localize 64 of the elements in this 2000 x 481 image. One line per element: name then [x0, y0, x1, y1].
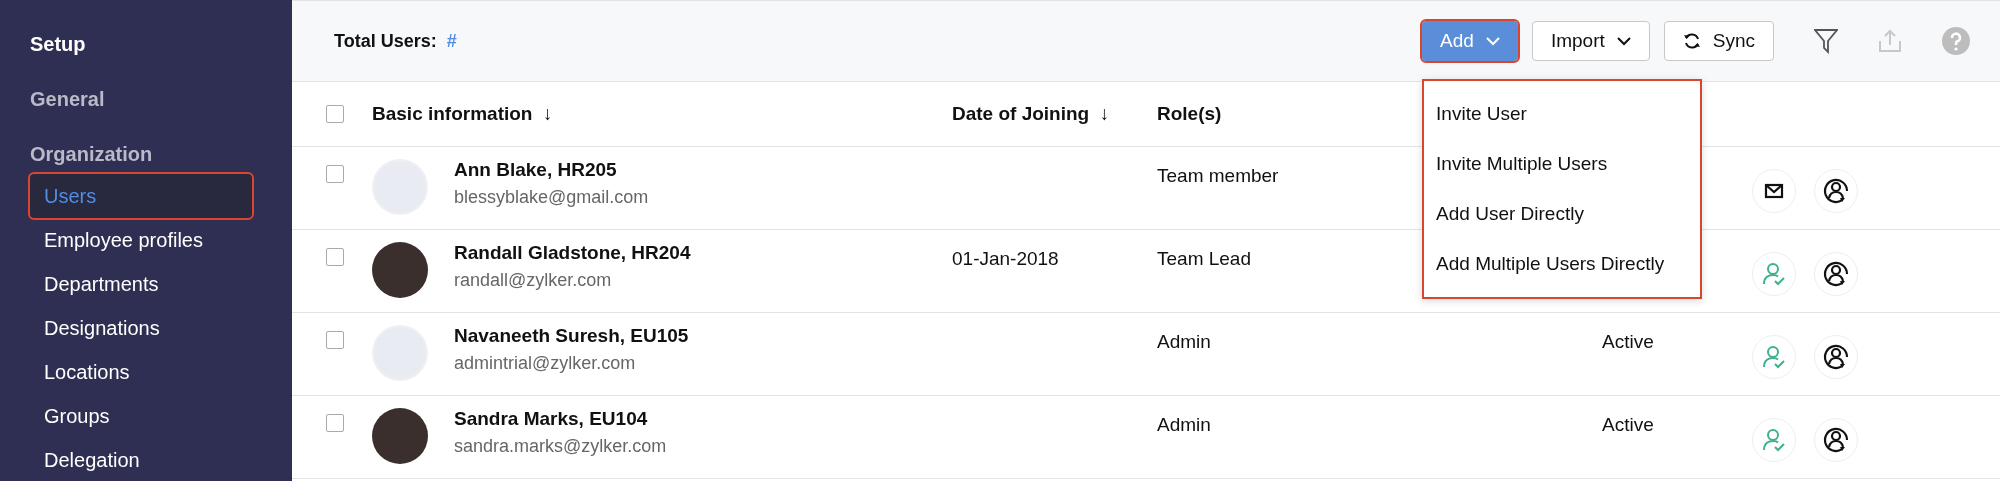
status-text: Active: [1602, 331, 1654, 352]
menu-item[interactable]: Invite User: [1424, 89, 1701, 139]
sidebar-item[interactable]: Designations: [30, 306, 252, 350]
sidebar-title: Setup: [30, 33, 86, 56]
help-icon[interactable]: [1942, 27, 1970, 55]
invite-mail-button[interactable]: [1752, 169, 1796, 213]
sync-icon: [1682, 32, 1701, 50]
column-header[interactable]: Basic information ↓: [372, 103, 952, 125]
user-name: Sandra Marks, EU104: [454, 408, 649, 430]
photo-placeholder: [372, 408, 428, 464]
chevron-icon: [1616, 36, 1631, 46]
user-cycle-icon: [1821, 176, 1851, 206]
sidebar-item[interactable]: Users: [30, 174, 252, 218]
import-button[interactable]: Import: [1531, 21, 1650, 61]
role-text: Admin: [1157, 331, 1211, 352]
sidebar-section[interactable]: Organization: [30, 143, 153, 166]
sidebar-section[interactable]: General: [30, 88, 105, 111]
sidebar-item[interactable]: Groups: [30, 394, 252, 438]
column-header[interactable]: Date of Joining ↓: [952, 103, 1157, 125]
photo-placeholder: [372, 242, 428, 298]
user-activate-button[interactable]: [1752, 418, 1796, 462]
user-check-icon: [1761, 427, 1787, 453]
user-email: admintrial@zylker.com: [454, 353, 637, 374]
select-all-checkbox[interactable]: [326, 105, 344, 123]
sidebar-item[interactable]: Locations: [30, 350, 252, 394]
user-activate-button[interactable]: [1752, 335, 1796, 379]
user-cycle-icon: [1821, 342, 1851, 372]
row-checkbox[interactable]: [326, 331, 344, 349]
row-checkbox[interactable]: [326, 414, 344, 432]
user-cycle-icon: [1821, 425, 1851, 455]
menu-item[interactable]: Add User Directly: [1424, 189, 1701, 239]
role-text: Team member: [1157, 165, 1279, 186]
user-activate-button[interactable]: [1752, 252, 1796, 296]
sidebar-item[interactable]: Departments: [30, 262, 252, 306]
sidebar-item[interactable]: Employee profiles: [30, 218, 252, 262]
joining-date: 01-Jan-2018: [952, 248, 1059, 269]
user-email: randall@zylker.com: [454, 270, 613, 291]
menu-item[interactable]: Add Multiple Users Directly: [1424, 239, 1701, 289]
user-cycle-icon: [1821, 259, 1851, 289]
status-text: Active: [1602, 414, 1654, 435]
user-name: Navaneeth Suresh, EU105: [454, 325, 689, 347]
sync-button[interactable]: Sync: [1663, 21, 1774, 61]
total-users-label: Total Users:: [334, 30, 437, 52]
user-check-icon: [1761, 344, 1787, 370]
user-email: sandra.marks@zylker.com: [454, 436, 667, 457]
role-text: Team Lead: [1157, 248, 1251, 269]
filter-icon[interactable]: [1814, 28, 1838, 54]
menu-item[interactable]: Invite Multiple Users: [1424, 139, 1701, 189]
envelope-icon: [1764, 183, 1784, 199]
row-checkbox[interactable]: [326, 248, 344, 266]
role-text: Admin: [1157, 414, 1211, 435]
user-check-icon: [1761, 261, 1787, 287]
export-icon[interactable]: [1878, 29, 1902, 53]
user-name: Ann Blake, HR205: [454, 159, 618, 181]
total-users-value: #: [446, 30, 457, 52]
sidebar-item[interactable]: Delegation: [30, 438, 252, 481]
chevron-icon: [1485, 36, 1500, 46]
change-user-button[interactable]: [1814, 418, 1858, 462]
user-name: Randall Gladstone, HR204: [454, 242, 691, 264]
change-user-button[interactable]: [1814, 169, 1858, 213]
change-user-button[interactable]: [1814, 252, 1858, 296]
change-user-button[interactable]: [1814, 335, 1858, 379]
row-checkbox[interactable]: [326, 165, 344, 183]
user-email: blessyblake@gmail.com: [454, 187, 649, 208]
